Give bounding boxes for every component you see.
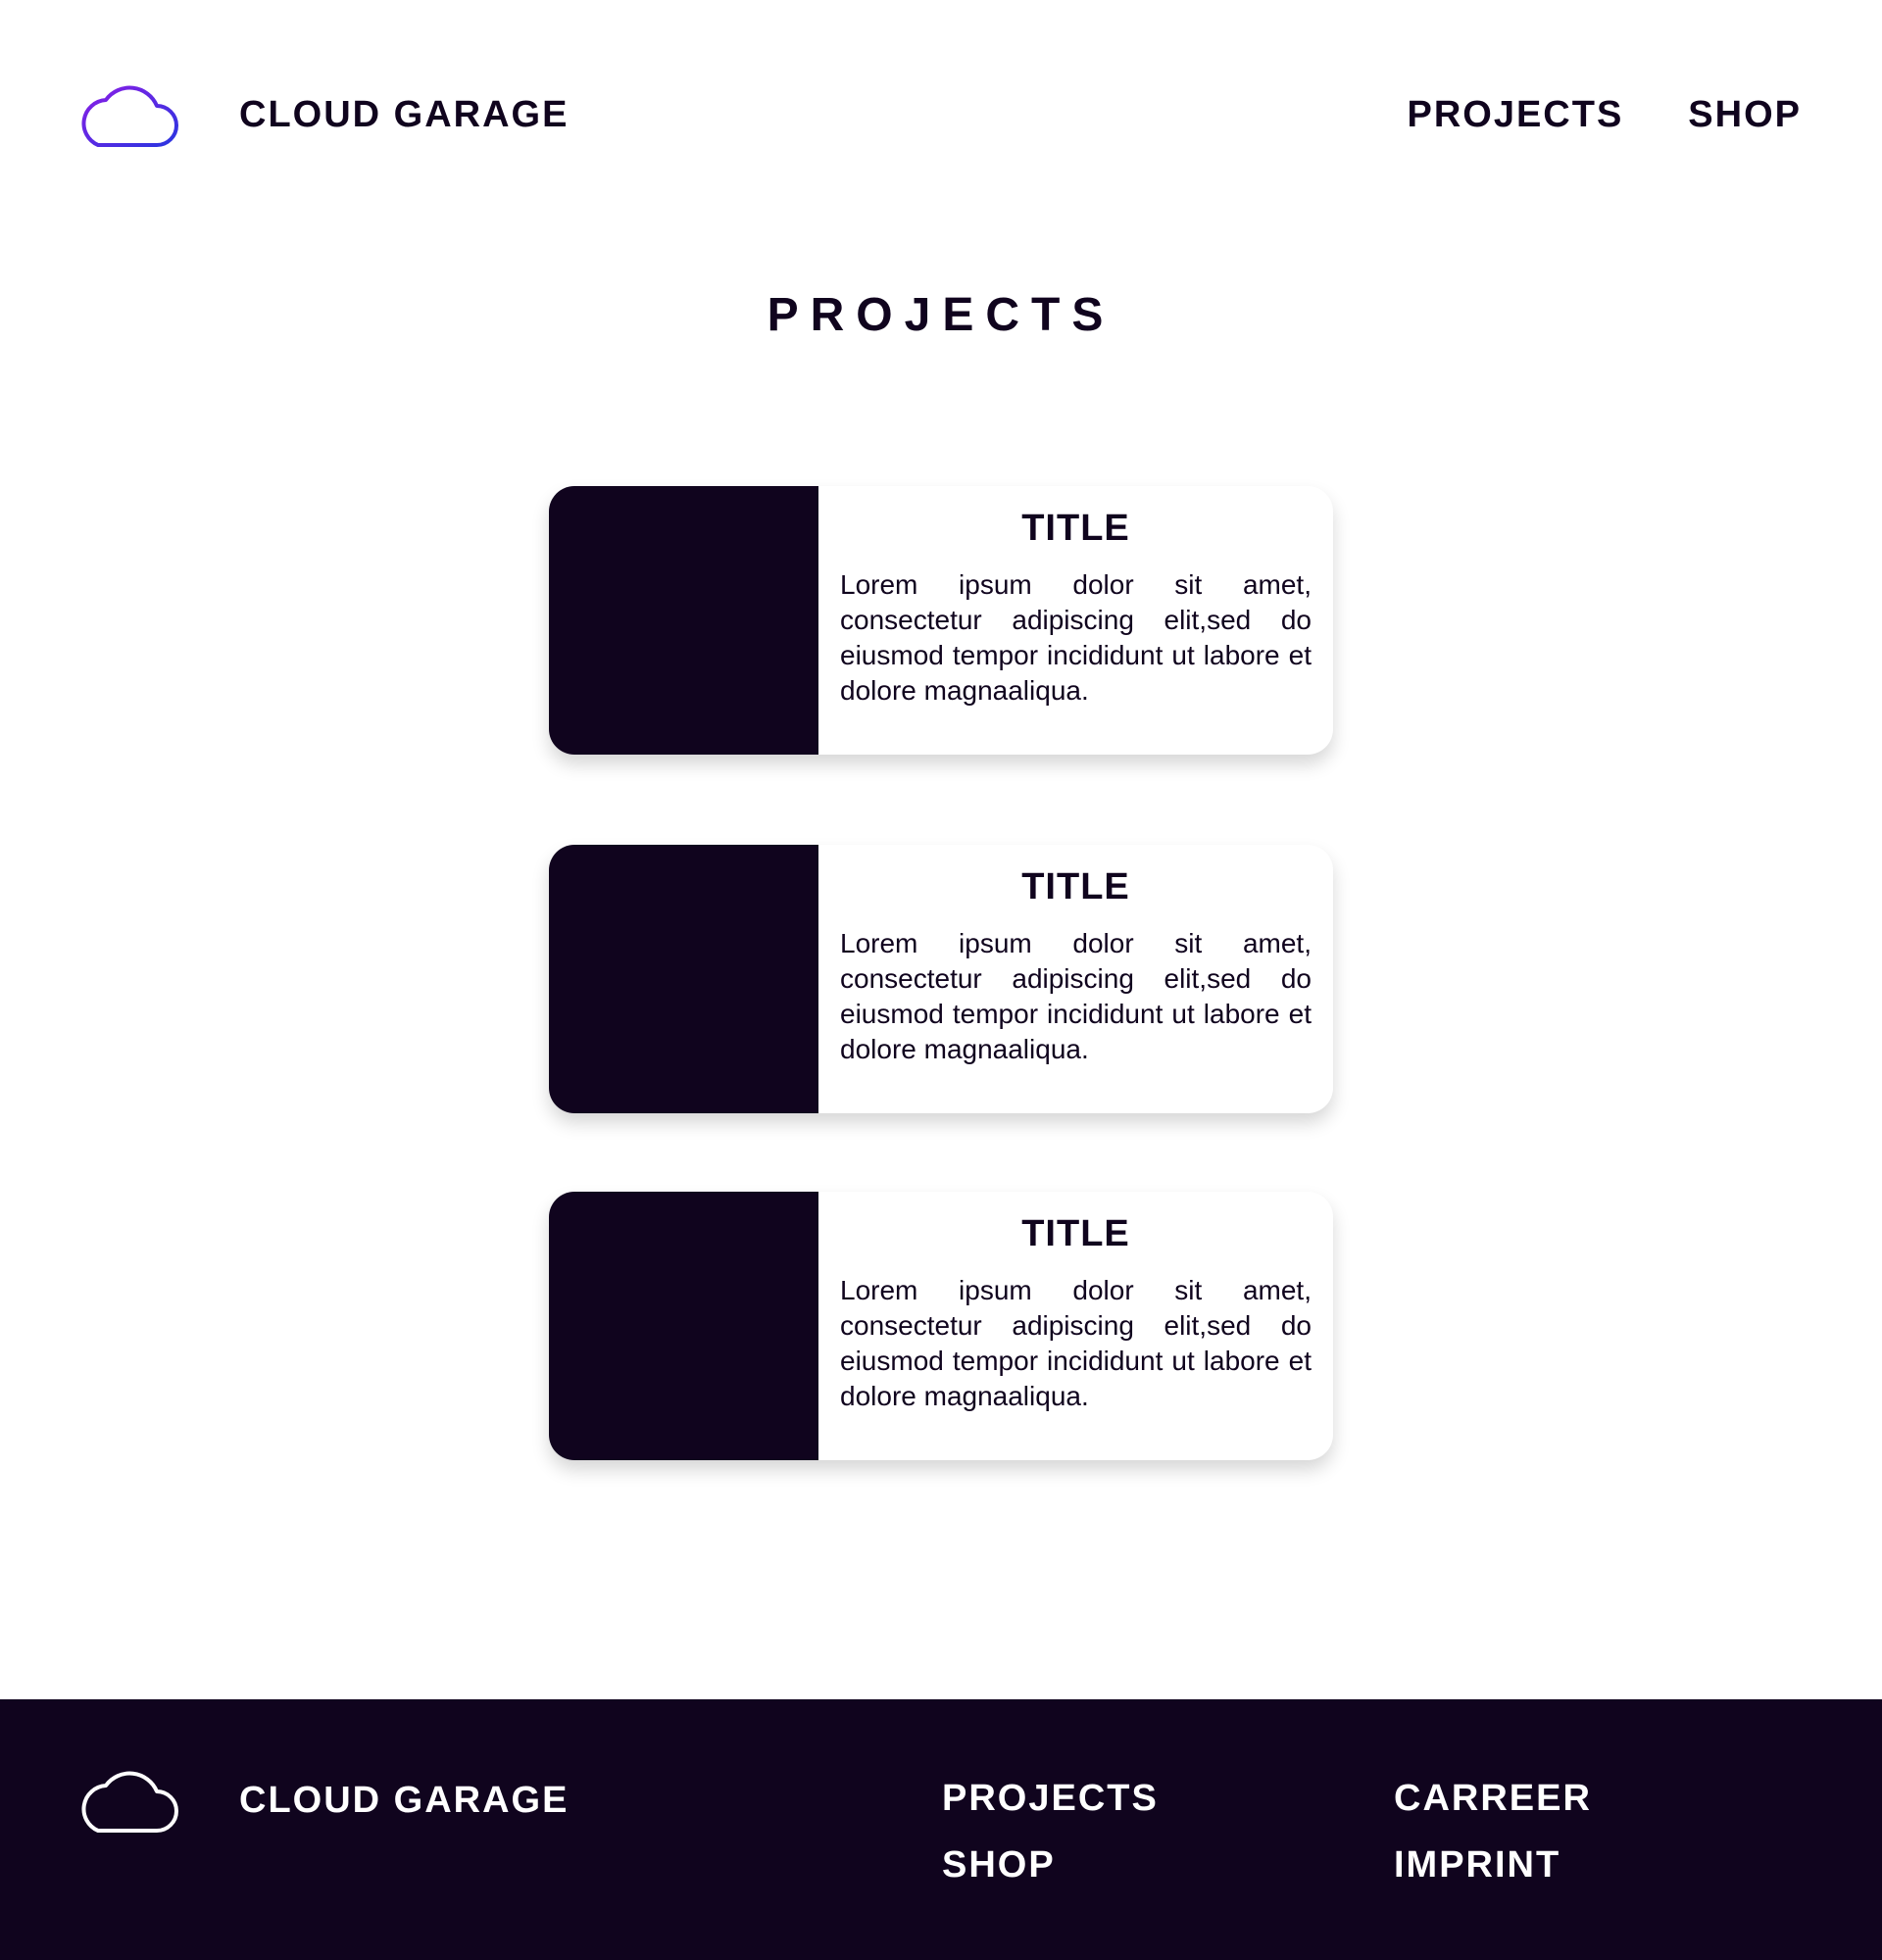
footer-shop-link[interactable]: SHOP (942, 1846, 1159, 1884)
card-title: TITLE (1021, 508, 1130, 549)
card-image (549, 1192, 818, 1460)
nav-projects-link[interactable]: PROJECTS (1407, 94, 1623, 136)
project-card[interactable]: TITLE Lorem ipsum dolor sit amet, consec… (549, 1192, 1333, 1460)
project-card[interactable]: TITLE Lorem ipsum dolor sit amet, consec… (549, 486, 1333, 755)
footer-career-link[interactable]: CARREER (1394, 1780, 1592, 1817)
cloud-icon[interactable] (76, 78, 178, 149)
project-card[interactable]: TITLE Lorem ipsum dolor sit amet, consec… (549, 845, 1333, 1113)
card-body: TITLE Lorem ipsum dolor sit amet, consec… (818, 845, 1333, 1113)
cloud-icon[interactable] (76, 1764, 178, 1835)
page-title: PROJECTS (767, 289, 1115, 341)
footer-brand-name[interactable]: CLOUD GARAGE (239, 1780, 569, 1822)
card-text: Lorem ipsum dolor sit amet, consectetur … (840, 928, 1312, 1064)
header: CLOUD GARAGE PROJECTS SHOP (0, 0, 1882, 235)
card-image (549, 486, 818, 755)
card-title: TITLE (1021, 1213, 1130, 1254)
card-text: Lorem ipsum dolor sit amet, consectetur … (840, 569, 1312, 706)
footer-links-col-2: CARREER IMPRINT (1394, 1780, 1592, 1884)
footer-links-col-1: PROJECTS SHOP (942, 1780, 1159, 1884)
footer: CLOUD GARAGE PROJECTS SHOP CARREER IMPRI… (0, 1699, 1882, 1960)
card-title: TITLE (1021, 866, 1130, 907)
card-image (549, 845, 818, 1113)
nav-shop-link[interactable]: SHOP (1688, 94, 1802, 136)
footer-imprint-link[interactable]: IMPRINT (1394, 1846, 1592, 1884)
card-text: Lorem ipsum dolor sit amet, consectetur … (840, 1275, 1312, 1411)
brand-name[interactable]: CLOUD GARAGE (239, 94, 569, 136)
page: CLOUD GARAGE PROJECTS SHOP PROJECTS TITL… (0, 0, 1882, 1960)
footer-projects-link[interactable]: PROJECTS (942, 1780, 1159, 1817)
card-body: TITLE Lorem ipsum dolor sit amet, consec… (818, 1192, 1333, 1460)
card-body: TITLE Lorem ipsum dolor sit amet, consec… (818, 486, 1333, 755)
main-nav: PROJECTS SHOP (1407, 94, 1802, 136)
